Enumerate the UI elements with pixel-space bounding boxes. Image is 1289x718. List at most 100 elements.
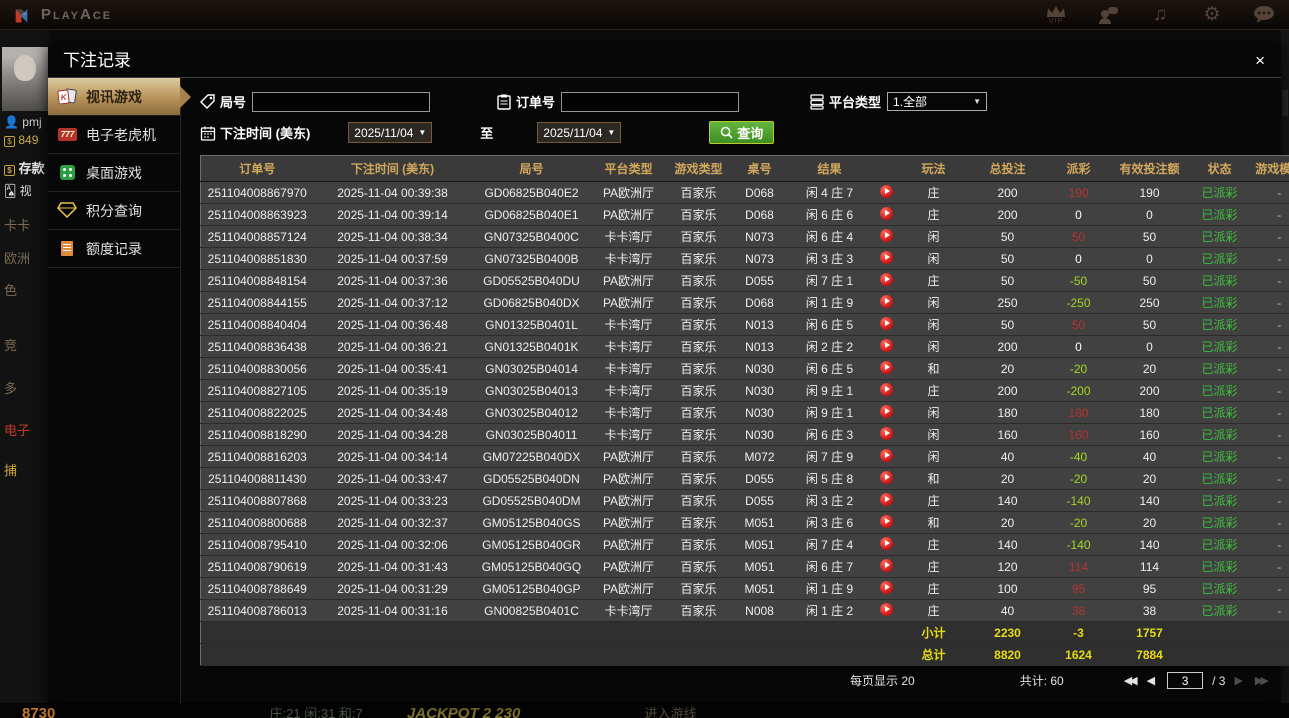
- table-no-cell: M051: [731, 511, 788, 534]
- total-bet-cell: 50: [965, 247, 1050, 270]
- valid-bet-cell: 50: [1107, 269, 1192, 292]
- per-page-label: 每页显示 20: [850, 674, 915, 688]
- table-row: 251104008786013 2025-11-04 00:31:16 GN0082…: [200, 599, 1289, 622]
- support-agent-icon[interactable]: [1097, 4, 1119, 26]
- payout-cell: 180: [1049, 401, 1108, 424]
- game-type-cell: 百家乐: [665, 313, 732, 336]
- bet-time-cell: 2025-11-04 00:39:14: [313, 203, 472, 226]
- col-platform: 平台类型: [591, 155, 666, 182]
- replay-button[interactable]: [880, 470, 893, 484]
- valid-bet-cell: 0: [1107, 203, 1192, 226]
- platform-cell: PA欧洲厅: [591, 533, 666, 556]
- platform-type-label: 平台类型: [829, 95, 882, 110]
- menu-item-quota-records[interactable]: 额度记录: [48, 230, 180, 268]
- result-cell: 闲 3 庄 6: [787, 511, 872, 534]
- table-row: 251104008840404 2025-11-04 00:36:48 GN0132…: [200, 313, 1289, 336]
- chat-bubble-icon[interactable]: [1253, 4, 1275, 26]
- date-from-select[interactable]: 2025/11/04 ▼: [348, 122, 433, 143]
- ticker-number: 8730: [22, 705, 56, 718]
- replay-cell: [871, 291, 902, 314]
- replay-button[interactable]: [880, 426, 893, 440]
- platform-cell: 卡卡湾厅: [591, 379, 666, 402]
- replay-button[interactable]: [880, 272, 893, 286]
- valid-bet-cell: 190: [1107, 181, 1192, 204]
- play-type-cell: 庄: [901, 533, 966, 556]
- page-input[interactable]: [1167, 672, 1204, 689]
- table-row: 251104008851830 2025-11-04 00:37:59 GN0732…: [200, 247, 1289, 270]
- status-cell: 已派彩: [1191, 291, 1248, 314]
- close-icon[interactable]: ×: [1255, 45, 1265, 77]
- replay-button[interactable]: [880, 536, 893, 550]
- replay-button[interactable]: [880, 250, 893, 264]
- subtotal-valid-bet: 1757: [1107, 621, 1192, 644]
- background-item: 欧洲: [4, 251, 31, 266]
- replay-button[interactable]: [880, 184, 893, 198]
- table-row: 251104008795410 2025-11-04 00:32:06 GM0512…: [200, 533, 1289, 556]
- replay-button[interactable]: [880, 404, 893, 418]
- next-page-button[interactable]: ▶: [1234, 674, 1245, 687]
- menu-item-video-games[interactable]: K 视讯游戏: [48, 78, 191, 116]
- replay-button[interactable]: [880, 360, 893, 374]
- game-type-cell: 百家乐: [665, 555, 732, 578]
- table-row: 251104008788649 2025-11-04 00:31:29 GM0512…: [200, 577, 1289, 600]
- play-type-cell: 闲: [901, 401, 966, 424]
- replay-button[interactable]: [880, 514, 893, 528]
- background-item: 捕: [4, 463, 18, 478]
- replay-button[interactable]: [880, 558, 893, 572]
- round-no-input[interactable]: [252, 91, 431, 112]
- bet-time-cell: 2025-11-04 00:38:34: [313, 225, 472, 248]
- payout-cell: 0: [1049, 335, 1108, 358]
- platform-cell: PA欧洲厅: [591, 511, 666, 534]
- date-to-select[interactable]: 2025/11/04 ▼: [537, 122, 622, 143]
- replay-button[interactable]: [880, 448, 893, 462]
- menu-item-table-games[interactable]: 桌面游戏: [48, 154, 180, 192]
- bet-time-cell: 2025-11-04 00:31:43: [313, 555, 472, 578]
- replay-button[interactable]: [880, 316, 893, 330]
- vip-crown-icon[interactable]: VIP: [1045, 4, 1067, 26]
- round-no-cell: GN07325B0400B: [471, 247, 592, 270]
- platform-type-select[interactable]: 1.全部 ▼: [887, 92, 988, 111]
- music-icon[interactable]: ♫: [1149, 4, 1171, 26]
- status-cell: 已派彩: [1191, 533, 1248, 556]
- replay-button[interactable]: [880, 580, 893, 594]
- subtotal-total-bet: 2230: [965, 621, 1050, 644]
- menu-item-points-query[interactable]: 积分查询: [48, 192, 180, 230]
- table-no-cell: N030: [731, 379, 788, 402]
- replay-button[interactable]: [880, 338, 893, 352]
- gem-icon: [57, 201, 79, 220]
- replay-button[interactable]: [880, 228, 893, 242]
- game-mode-cell: -: [1247, 181, 1289, 204]
- replay-button[interactable]: [880, 382, 893, 396]
- game-type-cell: 百家乐: [665, 357, 732, 380]
- settings-gear-icon[interactable]: ⚙: [1201, 4, 1223, 26]
- play-type-cell: 和: [901, 511, 966, 534]
- last-page-button[interactable]: ▶▶: [1255, 674, 1269, 687]
- payout-cell: 38: [1049, 599, 1108, 622]
- total-bet-cell: 50: [965, 225, 1050, 248]
- valid-bet-cell: 200: [1107, 379, 1192, 402]
- total-bet-cell: 200: [965, 379, 1050, 402]
- replay-button[interactable]: [880, 602, 893, 616]
- order-no-input[interactable]: [561, 91, 740, 112]
- game-mode-cell: -: [1247, 555, 1289, 578]
- replay-button[interactable]: [880, 206, 893, 220]
- query-button[interactable]: 查询: [709, 121, 775, 144]
- replay-button[interactable]: [880, 492, 893, 506]
- total-bet-cell: 120: [965, 555, 1050, 578]
- platform-cell: 卡卡湾厅: [591, 423, 666, 446]
- first-page-button[interactable]: ◀◀: [1124, 674, 1138, 687]
- play-type-cell: 庄: [901, 489, 966, 512]
- game-mode-cell: -: [1247, 357, 1289, 380]
- game-type-cell: 百家乐: [665, 511, 732, 534]
- payout-cell: -40: [1049, 445, 1108, 468]
- pagination-bar: 每页显示 20 共计: 60 ◀◀ ◀ / 3 ▶ ▶▶: [200, 667, 1273, 694]
- payout-cell: 95: [1049, 577, 1108, 600]
- prev-page-button[interactable]: ◀: [1147, 674, 1158, 687]
- tag-icon: [200, 93, 215, 109]
- replay-button[interactable]: [880, 294, 893, 308]
- page-of-label: / 3: [1212, 673, 1226, 688]
- game-mode-cell: -: [1247, 313, 1289, 336]
- menu-item-slots[interactable]: 777 电子老虎机: [48, 116, 180, 154]
- payout-cell: 114: [1049, 555, 1108, 578]
- play-type-cell: 庄: [901, 269, 966, 292]
